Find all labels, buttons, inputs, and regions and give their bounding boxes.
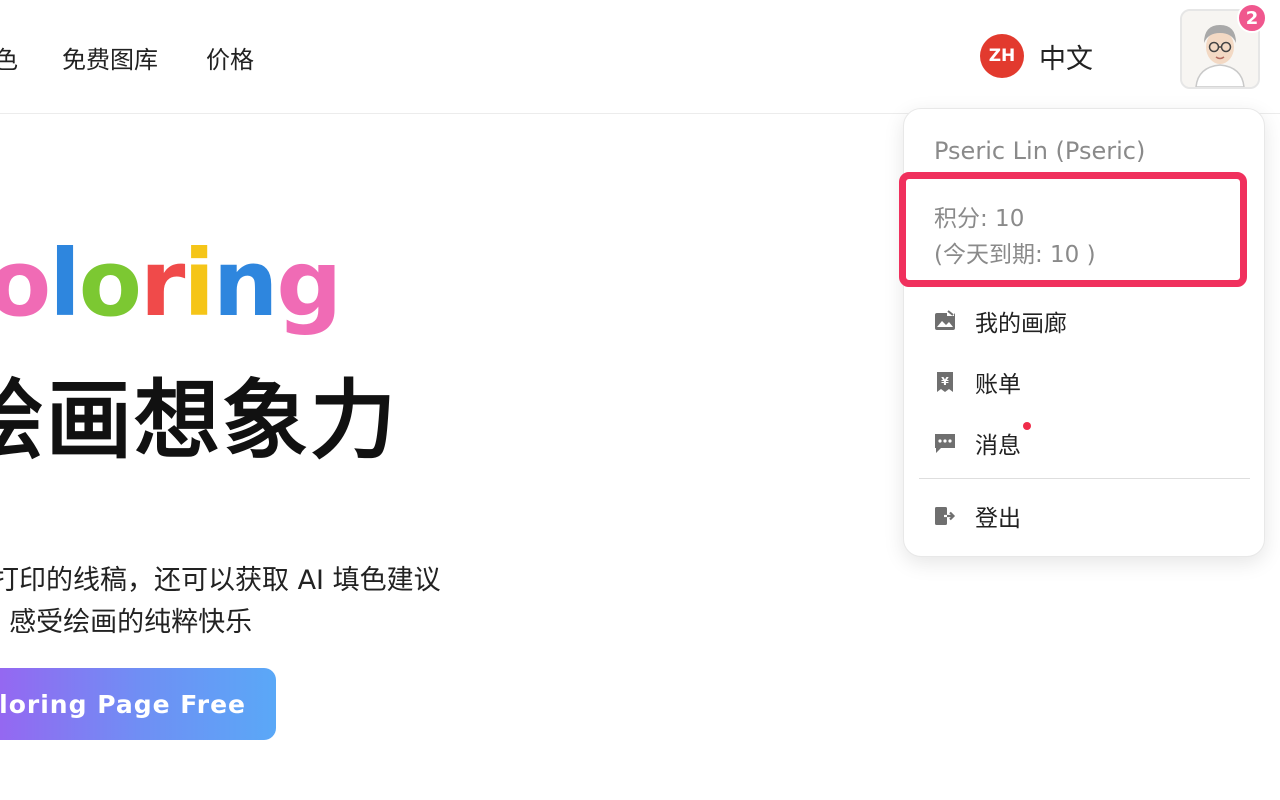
logout-icon	[933, 504, 957, 528]
language-badge: ZH	[980, 34, 1024, 78]
user-menu-dropdown: Pseric Lin (Pseric) 积分: 10 (今天到期: 10 ) 我…	[899, 108, 1265, 557]
unread-dot	[1023, 422, 1031, 430]
menu-item-text: 消息	[975, 433, 1021, 459]
menu-item-label: 消息	[975, 422, 1031, 460]
logo-letter: i	[183, 230, 215, 337]
logo-letter: r	[139, 230, 185, 337]
logo-letter: l	[49, 230, 81, 337]
hero-subtitle-line-1: 打印的线稿，还可以获取 AI 填色建议	[0, 565, 441, 596]
notification-count-badge: 2	[1237, 3, 1267, 33]
logo-letter: o	[0, 230, 51, 337]
gallery-icon	[933, 309, 957, 333]
message-icon	[933, 431, 957, 455]
menu-item-label: 账单	[975, 372, 1021, 398]
menu-item-logout[interactable]: 登出	[919, 491, 1250, 541]
menu-item-billing[interactable]: ¥ 账单	[919, 357, 1250, 407]
credits-balance: 积分: 10	[934, 206, 1025, 232]
menu-item-label: 登出	[975, 506, 1021, 532]
hero-headline: 绘画想象力	[0, 371, 398, 471]
svg-text:¥: ¥	[941, 375, 949, 388]
nav-item-pricing[interactable]: 价格	[206, 40, 254, 75]
hero-subtitle-line-2: · 感受绘画的纯粹快乐	[0, 607, 253, 638]
user-name: Pseric Lin (Pseric)	[934, 137, 1146, 165]
credits-expiring: (今天到期: 10 )	[934, 242, 1096, 268]
billing-icon: ¥	[933, 370, 957, 394]
logo-letter: o	[78, 230, 142, 337]
top-header: 色 免费图库 价格 ZH 中文 2	[0, 0, 1280, 114]
menu-item-messages[interactable]: 消息	[919, 418, 1250, 468]
brand-logo-wordmark: oloring	[0, 230, 342, 337]
menu-item-label: 我的画廊	[975, 311, 1067, 337]
nav-item-coloring[interactable]: 色	[0, 40, 18, 75]
logo-letter: g	[276, 230, 342, 337]
language-switcher[interactable]: ZH 中文	[980, 34, 1093, 78]
create-coloring-page-button[interactable]: oloring Page Free	[0, 668, 276, 740]
nav-item-free-gallery[interactable]: 免费图库	[62, 40, 158, 75]
menu-divider	[919, 478, 1250, 479]
logo-letter: n	[212, 230, 278, 337]
language-label: 中文	[1039, 43, 1093, 75]
menu-item-my-gallery[interactable]: 我的画廊	[919, 296, 1250, 346]
